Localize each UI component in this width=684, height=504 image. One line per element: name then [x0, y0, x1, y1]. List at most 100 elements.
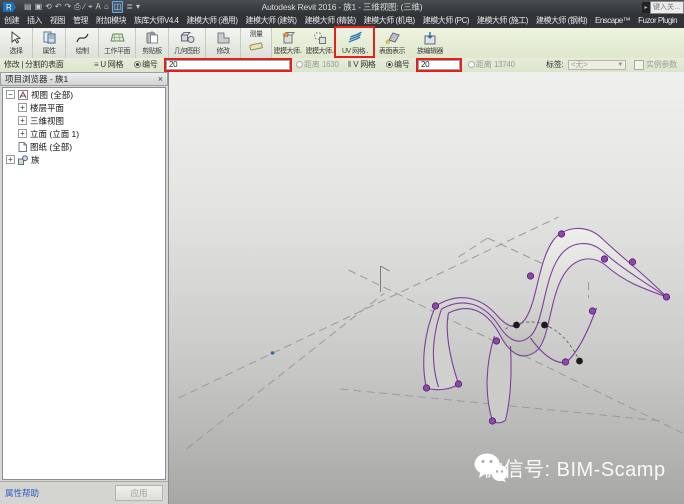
- tree-item-floor-plans[interactable]: + 楼层平面: [3, 101, 165, 114]
- select-button[interactable]: 选择: [0, 28, 32, 58]
- bim-master-button-1[interactable]: 建模大师..: [272, 28, 304, 58]
- v-number-input[interactable]: 20: [418, 60, 460, 70]
- u-grid-icon: ≡: [94, 60, 98, 69]
- tree-item-families[interactable]: + 族: [3, 153, 165, 166]
- bim-master-button-2[interactable]: 建模大师..: [304, 28, 336, 58]
- tag-icon[interactable]: ⌖: [88, 2, 93, 12]
- options-bar: 修改 | 分割的表面 ≡ U 网格 编号 20 距离 1630 ⦀ V 网格 编…: [0, 58, 684, 73]
- tab-bim-master-pc[interactable]: 建模大师 (PC): [419, 14, 473, 28]
- u-distance-label: 距离: [304, 59, 319, 70]
- ribbon-tab-bar: 创建 插入 视图 管理 附加模块 族库大师V4.4 建模大师 (通用) 建模大师…: [0, 14, 684, 28]
- v-distance-radio[interactable]: [468, 61, 475, 68]
- expand-icon[interactable]: +: [18, 103, 27, 112]
- sync-icon[interactable]: ⟲: [45, 2, 52, 12]
- u-number-radio[interactable]: [134, 61, 141, 68]
- section-icon[interactable]: ◫: [112, 1, 124, 13]
- svg-text:R: R: [6, 3, 12, 12]
- tab-bim-master-general[interactable]: 建模大师 (通用): [182, 14, 241, 28]
- redo-icon[interactable]: ↷: [65, 2, 72, 12]
- drawing-area[interactable]: 微信号: BIM-Scamp: [168, 72, 684, 504]
- surface-representation-icon: [385, 30, 400, 45]
- tab-family-master[interactable]: 族库大师V4.4: [130, 14, 182, 28]
- uv-grid-button[interactable]: UV 网格..: [336, 28, 374, 58]
- instance-param-label: 实例参数: [646, 59, 677, 70]
- workplane-button[interactable]: 工作平面: [99, 28, 135, 58]
- u-number-input[interactable]: 20: [166, 60, 290, 70]
- spline-icon: [76, 30, 89, 45]
- tab-fuzor[interactable]: Fuzor Plugin: [634, 14, 681, 28]
- tag-label: 标签:: [546, 58, 563, 71]
- tab-view[interactable]: 视图: [46, 14, 69, 28]
- tree-item-views[interactable]: − 视图 (全部): [3, 88, 165, 101]
- qat-dropdown-icon[interactable]: ▾: [136, 2, 140, 12]
- tab-manage[interactable]: 管理: [69, 14, 92, 28]
- infocenter-search-input[interactable]: 键入关…: [650, 1, 684, 14]
- mode-label: 修改 | 分割的表面: [4, 58, 64, 71]
- clipboard-button[interactable]: 剪贴板: [136, 28, 168, 58]
- tag-combo[interactable]: <无>▼: [568, 60, 626, 70]
- instance-param-checkbox[interactable]: [634, 60, 644, 70]
- revit-app-menu-icon[interactable]: R: [0, 0, 20, 14]
- properties-button[interactable]: 属性: [33, 28, 65, 58]
- measure-icon: [249, 39, 263, 57]
- tab-bim-master-finish[interactable]: 建模大师 (精装): [301, 14, 360, 28]
- properties-icon: [43, 30, 56, 45]
- tree-item-elevations[interactable]: + 立面 (立面 1): [3, 127, 165, 140]
- text-icon[interactable]: A: [96, 2, 101, 12]
- modify-icon: [216, 30, 230, 45]
- tab-addins[interactable]: 附加模块: [92, 14, 130, 28]
- open-icon[interactable]: ▤: [24, 2, 32, 12]
- tree-item-3d-views[interactable]: + 三维视图: [3, 114, 165, 127]
- properties-help-link[interactable]: 属性帮助: [5, 487, 39, 499]
- geometry-button[interactable]: 几何图形: [169, 28, 205, 58]
- measure-panel[interactable]: 测量: [241, 28, 272, 58]
- quick-access-toolbar: ▤ ▣ ⟲ ↶ ↷ ⎙ ∕ ⌖ A ⌂ ◫ ≣ ▾: [24, 1, 140, 13]
- thin-lines-icon[interactable]: ≣: [126, 2, 133, 12]
- uv-grid-icon: [347, 30, 363, 45]
- surface-representation-button[interactable]: 表面表示: [374, 28, 410, 58]
- tab-insert[interactable]: 插入: [23, 14, 46, 28]
- project-browser-tree[interactable]: − 视图 (全部) + 楼层平面 + 三维视图 + 立面 (立面 1) 图纸 (…: [2, 87, 166, 480]
- print-icon[interactable]: ⎙: [74, 2, 80, 12]
- expand-icon[interactable]: +: [18, 116, 27, 125]
- collapse-icon[interactable]: −: [6, 90, 15, 99]
- workplane-icon: [110, 30, 125, 45]
- draw-button[interactable]: 绘制: [66, 28, 98, 58]
- u-distance-radio[interactable]: [296, 61, 303, 68]
- expand-icon[interactable]: +: [6, 155, 15, 164]
- tree-item-sheets[interactable]: 图纸 (全部): [3, 140, 165, 153]
- expand-icon[interactable]: +: [18, 129, 27, 138]
- 3d-view-icon[interactable]: ⌂: [104, 2, 109, 12]
- modify-button[interactable]: 修改: [206, 28, 240, 58]
- chevron-down-icon: ▼: [617, 62, 623, 68]
- save-icon[interactable]: ▣: [35, 2, 43, 12]
- tab-bim-master-steel[interactable]: 建模大师 (钢构): [532, 14, 591, 28]
- revit-window: R ▤ ▣ ⟲ ↶ ↷ ⎙ ∕ ⌖ A ⌂ ◫ ≣ ▾ Autodesk Rev…: [0, 0, 684, 504]
- family-editor-button[interactable]: 族编辑器: [410, 28, 450, 58]
- undo-icon[interactable]: ↶: [55, 2, 62, 12]
- title-bar: R ▤ ▣ ⟲ ↶ ↷ ⎙ ∕ ⌖ A ⌂ ◫ ≣ ▾ Autodesk Rev…: [0, 0, 684, 14]
- close-icon[interactable]: ×: [158, 74, 163, 84]
- geometry-icon: [180, 30, 195, 45]
- v-number-radio[interactable]: [386, 61, 393, 68]
- tab-create[interactable]: 创建: [0, 14, 23, 28]
- tab-bim-master-construction[interactable]: 建模大师 (施工): [473, 14, 532, 28]
- clipboard-icon: [146, 30, 158, 45]
- bim-master-cube-icon: [281, 30, 295, 45]
- tab-bim-master-arch[interactable]: 建模大师 (建筑): [242, 14, 301, 28]
- project-browser-titlebar[interactable]: 项目浏览器 - 族1 ×: [0, 72, 168, 86]
- v-distance-value: 13740: [494, 60, 515, 69]
- contextual-panel: 建模大师.. 建模大师.. UV 网格.. 表面表示 族编辑器: [272, 28, 684, 58]
- origin-point[interactable]: [271, 351, 275, 355]
- tab-bim-master-mep[interactable]: 建模大师 (机电): [360, 14, 419, 28]
- v-distance-label: 距离: [476, 59, 491, 70]
- v-grid-icon: ⦀: [348, 60, 351, 70]
- infocenter-arrow-icon[interactable]: ▸: [642, 2, 650, 13]
- project-browser-panel: 项目浏览器 - 族1 × − 视图 (全部) + 楼层平面 + 三维视图 + 立…: [0, 72, 168, 504]
- apply-button[interactable]: 应用: [115, 485, 163, 501]
- load-into-project-icon: [423, 30, 437, 45]
- measure-tool-icon[interactable]: ∕: [84, 2, 85, 12]
- family-icon: [18, 155, 28, 165]
- tab-enscape[interactable]: Enscape™: [591, 14, 634, 28]
- sheet-icon: [18, 142, 27, 152]
